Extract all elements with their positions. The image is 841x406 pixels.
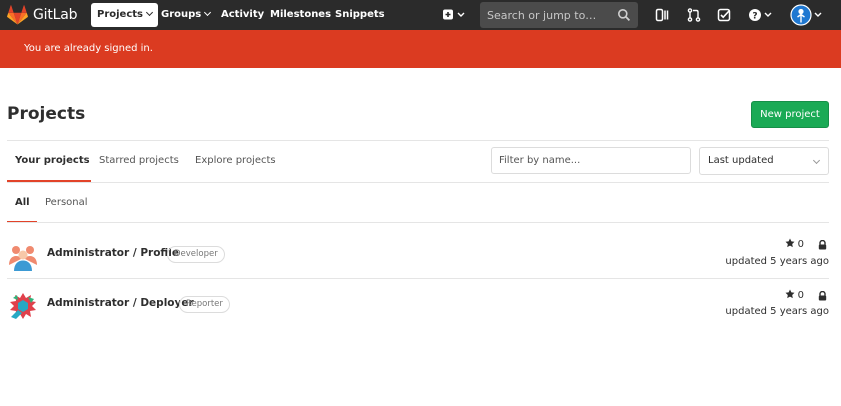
svg-text:?: ? xyxy=(752,11,757,21)
plus-icon xyxy=(443,9,465,20)
project-name-link[interactable]: Administrator / Profile xyxy=(47,247,179,259)
nav-projects-label: Projects xyxy=(97,9,144,20)
subtab-personal[interactable]: Personal xyxy=(45,183,88,223)
star-icon xyxy=(785,238,795,248)
project-row[interactable]: Administrator / Profile Developer 0 upda… xyxy=(7,228,829,278)
chevron-down-icon xyxy=(145,8,154,17)
new-project-button[interactable]: New project xyxy=(751,101,829,128)
search-input[interactable] xyxy=(480,2,638,28)
project-avatar xyxy=(9,246,37,271)
project-name-link[interactable]: Administrator / Deployer xyxy=(47,297,194,309)
project-row[interactable]: Administrator / Deployer Reporter 0 upda… xyxy=(7,278,829,328)
star-icon xyxy=(785,289,795,299)
nav-groups-label: Groups xyxy=(161,9,202,20)
star-count: 0 xyxy=(785,238,804,250)
user-menu-button[interactable] xyxy=(790,4,824,26)
help-icon: ? xyxy=(749,9,772,21)
nav-activity-label: Activity xyxy=(221,9,265,20)
tab-starred-projects[interactable]: Starred projects xyxy=(99,141,179,182)
tab-explore-projects[interactable]: Explore projects xyxy=(195,141,276,182)
star-count: 0 xyxy=(785,289,804,301)
filter-by-name-input[interactable] xyxy=(492,148,690,173)
nav-projects[interactable]: Projects xyxy=(91,3,159,27)
nav-milestones[interactable]: Milestones xyxy=(264,3,337,27)
filter-box[interactable] xyxy=(491,147,691,174)
top-navbar: GitLab Projects Groups Activity Mileston… xyxy=(0,0,841,30)
nav-snippets-label: Snippets xyxy=(335,9,385,20)
user-avatar xyxy=(790,4,822,26)
nav-groups[interactable]: Groups xyxy=(155,3,216,27)
updated-time: updated 5 years ago xyxy=(725,306,829,317)
lock-icon xyxy=(818,240,827,250)
chevron-down-icon xyxy=(204,8,212,17)
chevron-down-icon xyxy=(812,156,821,165)
page-title: Projects xyxy=(7,104,86,124)
search-icon xyxy=(618,9,631,22)
nav-snippets[interactable]: Snippets xyxy=(329,3,391,27)
star-count-value: 0 xyxy=(797,290,804,301)
subtab-all[interactable]: All xyxy=(7,183,37,223)
tab-your-projects[interactable]: Your projects xyxy=(7,141,91,182)
flash-message: You are already signed in. xyxy=(24,43,153,54)
nav-milestones-label: Milestones xyxy=(270,9,332,20)
project-avatar xyxy=(10,293,36,319)
help-dropdown-button[interactable]: ? xyxy=(748,7,774,23)
merge-request-icon[interactable] xyxy=(686,7,702,23)
divider xyxy=(7,222,829,223)
access-role-badge: Developer xyxy=(167,246,225,263)
flash-alert: You are already signed in. xyxy=(0,30,841,68)
issues-icon[interactable] xyxy=(654,7,670,23)
divider xyxy=(7,182,829,183)
gitlab-home-link[interactable]: GitLab xyxy=(7,4,77,26)
brand-name: GitLab xyxy=(33,7,78,23)
access-role-badge: Reporter xyxy=(179,296,230,313)
updated-time: updated 5 years ago xyxy=(725,256,829,267)
nav-activity[interactable]: Activity xyxy=(215,3,270,27)
search-box[interactable] xyxy=(480,2,638,28)
lock-icon xyxy=(818,291,827,301)
sort-selected: Last updated xyxy=(708,155,774,166)
todo-icon[interactable] xyxy=(716,7,732,23)
new-dropdown-button[interactable] xyxy=(442,7,468,23)
gitlab-logo-icon xyxy=(7,4,28,25)
sort-dropdown[interactable]: Last updated xyxy=(699,147,829,175)
star-count-value: 0 xyxy=(797,239,804,250)
